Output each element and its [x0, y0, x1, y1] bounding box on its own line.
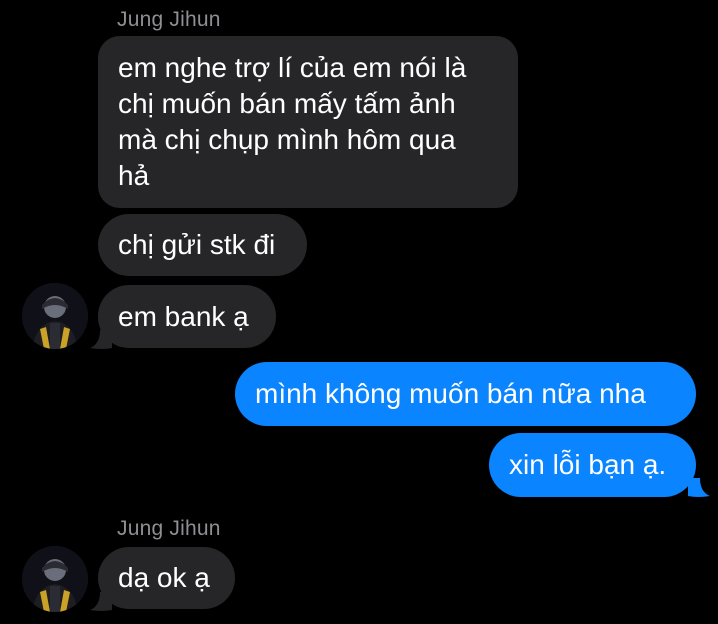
bubble-tail-icon	[688, 478, 710, 497]
message-text: dạ ok ạ	[118, 562, 210, 593]
avatar-photo-icon	[22, 283, 88, 349]
message-bubble-incoming[interactable]: dạ ok ạ	[98, 547, 235, 609]
message-bubble-incoming[interactable]: em bank ạ	[98, 285, 276, 348]
message-text: chị gửi stk đi	[118, 229, 276, 260]
sender-name: Jung Jihun	[117, 517, 221, 540]
message-bubble-incoming[interactable]: chị gửi stk đi	[98, 214, 307, 276]
contact-avatar[interactable]	[22, 546, 88, 612]
message-text: em bank ạ	[118, 300, 249, 332]
message-bubble-outgoing[interactable]: mình không muốn bán nữa nha	[235, 362, 696, 426]
sender-name: Jung Jihun	[117, 8, 221, 31]
message-text: em nghe trợ lí của em nói là chị muốn bá…	[118, 52, 467, 191]
avatar-photo-icon	[22, 546, 88, 612]
message-text: xin lỗi bạn ạ.	[509, 449, 667, 480]
message-bubble-incoming[interactable]: em nghe trợ lí của em nói là chị muốn bá…	[98, 36, 518, 208]
contact-avatar[interactable]	[22, 283, 88, 349]
message-bubble-outgoing[interactable]: xin lỗi bạn ạ.	[489, 433, 696, 497]
message-text: mình không muốn bán nữa nha	[255, 378, 646, 409]
